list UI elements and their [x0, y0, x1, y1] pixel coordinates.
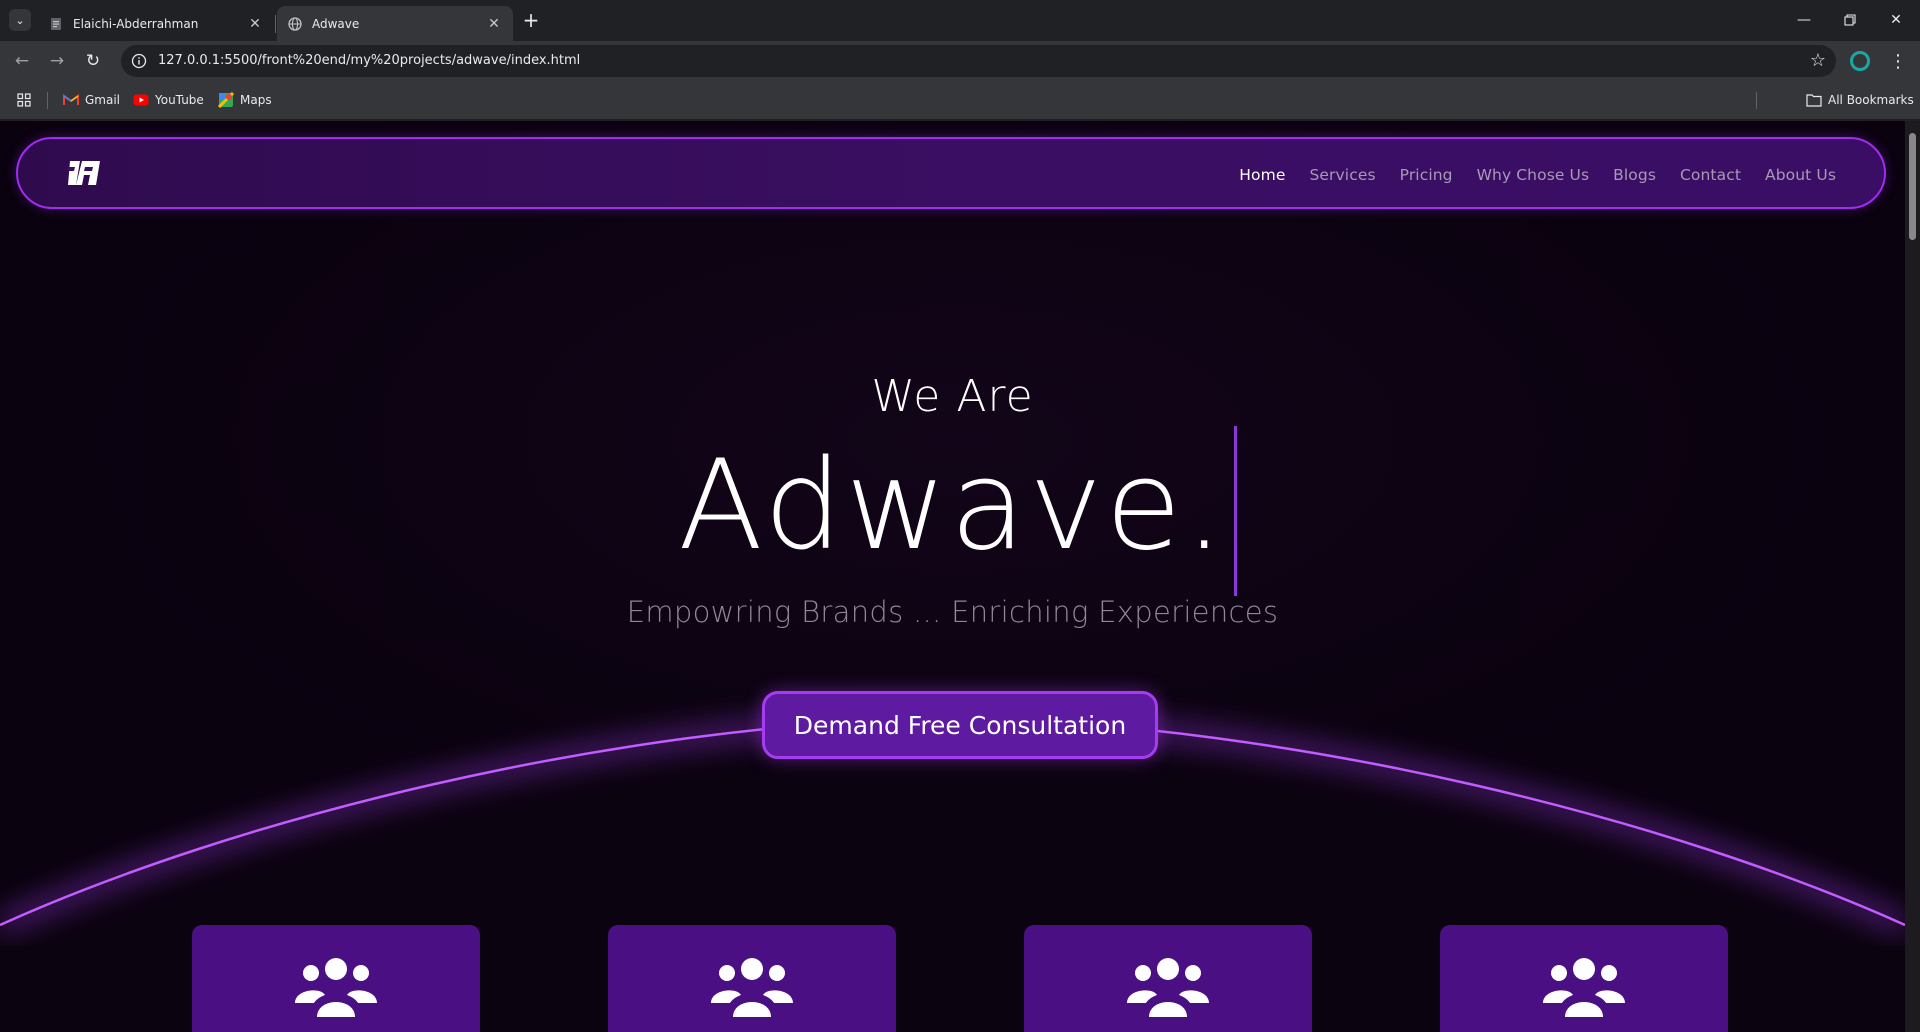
star-icon[interactable]: ☆: [1810, 50, 1826, 71]
apps-grid-icon: [17, 93, 31, 107]
nav-link-pricing[interactable]: Pricing: [1400, 166, 1453, 184]
menu-button[interactable]: ⋮: [1888, 49, 1908, 73]
hero-subtitle: Empowring Brands ... Enriching Experienc…: [626, 595, 1279, 629]
bookmark-divider: [1756, 92, 1757, 109]
users-icon: [711, 958, 793, 1017]
scrollbar-thumb[interactable]: [1909, 133, 1916, 240]
bookmark-label: Gmail: [85, 93, 121, 107]
more-vert-icon: ⋮: [1889, 50, 1907, 72]
page-scrollbar[interactable]: [1905, 121, 1920, 1032]
gmail-icon: [63, 92, 79, 108]
folder-icon: [1806, 92, 1822, 108]
nav-link-services[interactable]: Services: [1309, 166, 1375, 184]
feature-card[interactable]: [1024, 925, 1312, 1032]
nav-links: Home Services Pricing Why Chose Us Blogs…: [1239, 139, 1836, 211]
all-bookmarks-label: All Bookmarks: [1828, 93, 1914, 107]
forward-button[interactable]: →: [43, 47, 71, 75]
bookmark-divider: [47, 92, 48, 109]
bookmark-maps[interactable]: Maps: [218, 89, 272, 111]
browser-tab-adwave[interactable]: Adwave ✕: [277, 6, 513, 41]
tab-title: Adwave: [312, 16, 360, 31]
browser-tab-bar: ⌄ Elaichi-Abderrahman ✕ Adwave ✕ + — ✕: [0, 0, 1920, 41]
close-icon: ✕: [1890, 12, 1902, 28]
site-navbar: Home Services Pricing Why Chose Us Blogs…: [16, 137, 1886, 209]
nav-link-blogs[interactable]: Blogs: [1613, 166, 1656, 184]
close-window-button[interactable]: ✕: [1873, 0, 1919, 40]
site-info-icon[interactable]: [129, 51, 149, 71]
page-viewport: Home Services Pricing Why Chose Us Blogs…: [0, 121, 1920, 1032]
close-icon[interactable]: ✕: [485, 15, 503, 33]
users-icon: [1543, 958, 1625, 1017]
bookmark-label: Maps: [240, 93, 272, 107]
restore-icon: [1844, 14, 1856, 26]
feature-card[interactable]: [1440, 925, 1728, 1032]
globe-icon: [287, 16, 303, 32]
plus-icon: +: [522, 8, 540, 32]
maps-icon: [218, 92, 234, 108]
close-icon[interactable]: ✕: [246, 15, 264, 33]
minimize-icon: —: [1797, 12, 1811, 28]
arrow-left-icon: ←: [14, 51, 30, 71]
all-bookmarks-button[interactable]: All Bookmarks: [1806, 89, 1914, 111]
hero-kicker: We Are: [871, 371, 1034, 422]
youtube-icon: [133, 92, 149, 108]
back-button[interactable]: ←: [8, 47, 36, 75]
typing-caret: [1234, 426, 1237, 596]
minimize-button[interactable]: —: [1781, 0, 1827, 40]
feature-card[interactable]: [192, 925, 480, 1032]
reload-button[interactable]: ↻: [79, 47, 107, 75]
bookmark-label: YouTube: [155, 93, 204, 107]
address-bar[interactable]: 127.0.0.1:5500/front%20end/my%20projects…: [121, 45, 1836, 77]
restore-button[interactable]: [1827, 0, 1873, 40]
hero-title: Adwave.: [678, 434, 1227, 578]
reload-icon: ↻: [85, 51, 101, 71]
users-icon: [295, 958, 377, 1017]
nav-link-contact[interactable]: Contact: [1680, 166, 1741, 184]
adwave-logo[interactable]: [66, 155, 104, 191]
bookmark-gmail[interactable]: Gmail: [63, 89, 120, 111]
tab-title: Elaichi-Abderrahman: [73, 16, 199, 31]
tab-divider: [275, 15, 276, 33]
document-icon: [48, 16, 64, 32]
demand-consultation-button[interactable]: Demand Free Consultation: [762, 691, 1158, 759]
browser-toolbar: ← → ↻ 127.0.0.1:5500/front%20end/my%20pr…: [0, 41, 1920, 81]
tab-search-button[interactable]: ⌄: [9, 9, 31, 31]
arrow-right-icon: →: [49, 51, 65, 71]
feature-card[interactable]: [608, 925, 896, 1032]
nav-link-why-chose-us[interactable]: Why Chose Us: [1477, 166, 1590, 184]
bookmarks-bar: Gmail YouTube Maps All Bookmarks: [0, 81, 1920, 120]
chevron-down-icon: ⌄: [15, 13, 25, 27]
apps-button[interactable]: [16, 89, 32, 111]
browser-tab-elaichi[interactable]: Elaichi-Abderrahman ✕: [38, 6, 274, 41]
nav-link-home[interactable]: Home: [1239, 166, 1285, 184]
users-icon: [1127, 958, 1209, 1017]
extension-icon[interactable]: [1850, 51, 1870, 71]
new-tab-button[interactable]: +: [520, 8, 542, 32]
nav-link-about-us[interactable]: About Us: [1765, 166, 1836, 184]
bookmark-youtube[interactable]: YouTube: [133, 89, 204, 111]
url-text: 127.0.0.1:5500/front%20end/my%20projects…: [158, 53, 581, 68]
